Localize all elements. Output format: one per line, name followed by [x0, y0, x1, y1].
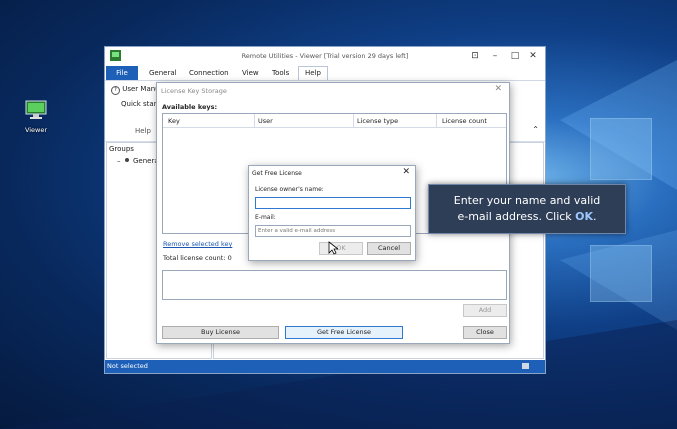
- window-titlebar[interactable]: Remote Utilities - Viewer [Trial version…: [105, 47, 545, 65]
- cancel-button[interactable]: Cancel: [367, 242, 411, 255]
- status-bar: Not selected: [105, 360, 545, 373]
- menu-view[interactable]: View: [242, 69, 259, 77]
- group-dot-icon: [124, 158, 129, 162]
- column-key[interactable]: Key: [168, 117, 180, 125]
- instruction-callout: Enter your name and valid e-mail address…: [428, 184, 626, 234]
- column-user[interactable]: User: [258, 117, 273, 125]
- owner-name-label: License owner's name:: [255, 186, 324, 193]
- menu-bar: File General Connection View Tools Help: [105, 66, 545, 81]
- menu-help[interactable]: Help: [298, 66, 328, 80]
- minimize-button[interactable]: –: [487, 49, 503, 63]
- groups-header: Groups: [109, 145, 134, 153]
- column-divider: [254, 114, 255, 127]
- mouse-cursor-icon: [328, 241, 338, 255]
- add-button[interactable]: Add: [463, 304, 507, 317]
- desktop-viewer-shortcut[interactable]: Viewer: [18, 100, 54, 134]
- viewer-app-icon: [25, 100, 47, 120]
- total-license-count: Total license count: 0: [163, 254, 232, 262]
- dialog-title: License Key Storage: [161, 87, 227, 95]
- callout-line-2-text: e-mail address. Click: [457, 210, 576, 223]
- menu-connection[interactable]: Connection: [189, 69, 229, 77]
- available-keys-label: Available keys:: [162, 103, 218, 111]
- close-button[interactable]: Close: [463, 326, 507, 339]
- help-icon: ?: [111, 86, 120, 95]
- status-grip-icon: [522, 363, 529, 369]
- column-divider: [436, 114, 437, 127]
- callout-line-2-end: .: [593, 210, 597, 223]
- license-info-box: [162, 270, 507, 300]
- close-button[interactable]: ✕: [525, 49, 541, 63]
- callout-line-2: e-mail address. Click OK.: [429, 209, 625, 225]
- email-label: E-mail:: [255, 214, 276, 221]
- ok-button[interactable]: OK: [319, 242, 363, 255]
- wallpaper-pane: [590, 118, 652, 180]
- status-text: Not selected: [107, 362, 148, 370]
- tree-expand-icon[interactable]: –: [117, 157, 121, 165]
- callout-line-1: Enter your name and valid: [453, 194, 601, 207]
- ribbon-toggle-icon[interactable]: ⊡: [467, 49, 483, 63]
- ribbon-quick-start[interactable]: Quick start: [121, 100, 159, 108]
- collapse-ribbon-icon[interactable]: ⌃: [532, 125, 539, 134]
- owner-name-input[interactable]: [255, 197, 411, 209]
- ribbon-group-label: Help: [135, 127, 151, 135]
- menu-file[interactable]: File: [106, 66, 138, 80]
- email-input[interactable]: Enter a valid e-mail address: [255, 225, 411, 237]
- get-free-license-button[interactable]: Get Free License: [285, 326, 403, 339]
- callout-emphasis: OK: [575, 210, 594, 223]
- menu-general[interactable]: General: [149, 69, 177, 77]
- buy-license-button[interactable]: Buy License: [162, 326, 279, 339]
- close-icon[interactable]: ✕: [402, 167, 410, 177]
- table-header: Key User License type License count: [163, 114, 506, 128]
- column-divider: [353, 114, 354, 127]
- menu-tools[interactable]: Tools: [272, 69, 289, 77]
- close-icon[interactable]: ✕: [494, 84, 502, 94]
- dialog-title: Get Free License: [252, 170, 302, 177]
- wallpaper-pane: [590, 245, 652, 302]
- groups-item-general[interactable]: – General: [117, 157, 161, 165]
- column-license-type[interactable]: License type: [357, 117, 398, 125]
- remove-selected-key-link[interactable]: Remove selected key: [163, 240, 232, 248]
- desktop-icon-label: Viewer: [24, 126, 48, 134]
- column-license-count[interactable]: License count: [442, 117, 487, 125]
- maximize-button[interactable]: □: [507, 49, 523, 63]
